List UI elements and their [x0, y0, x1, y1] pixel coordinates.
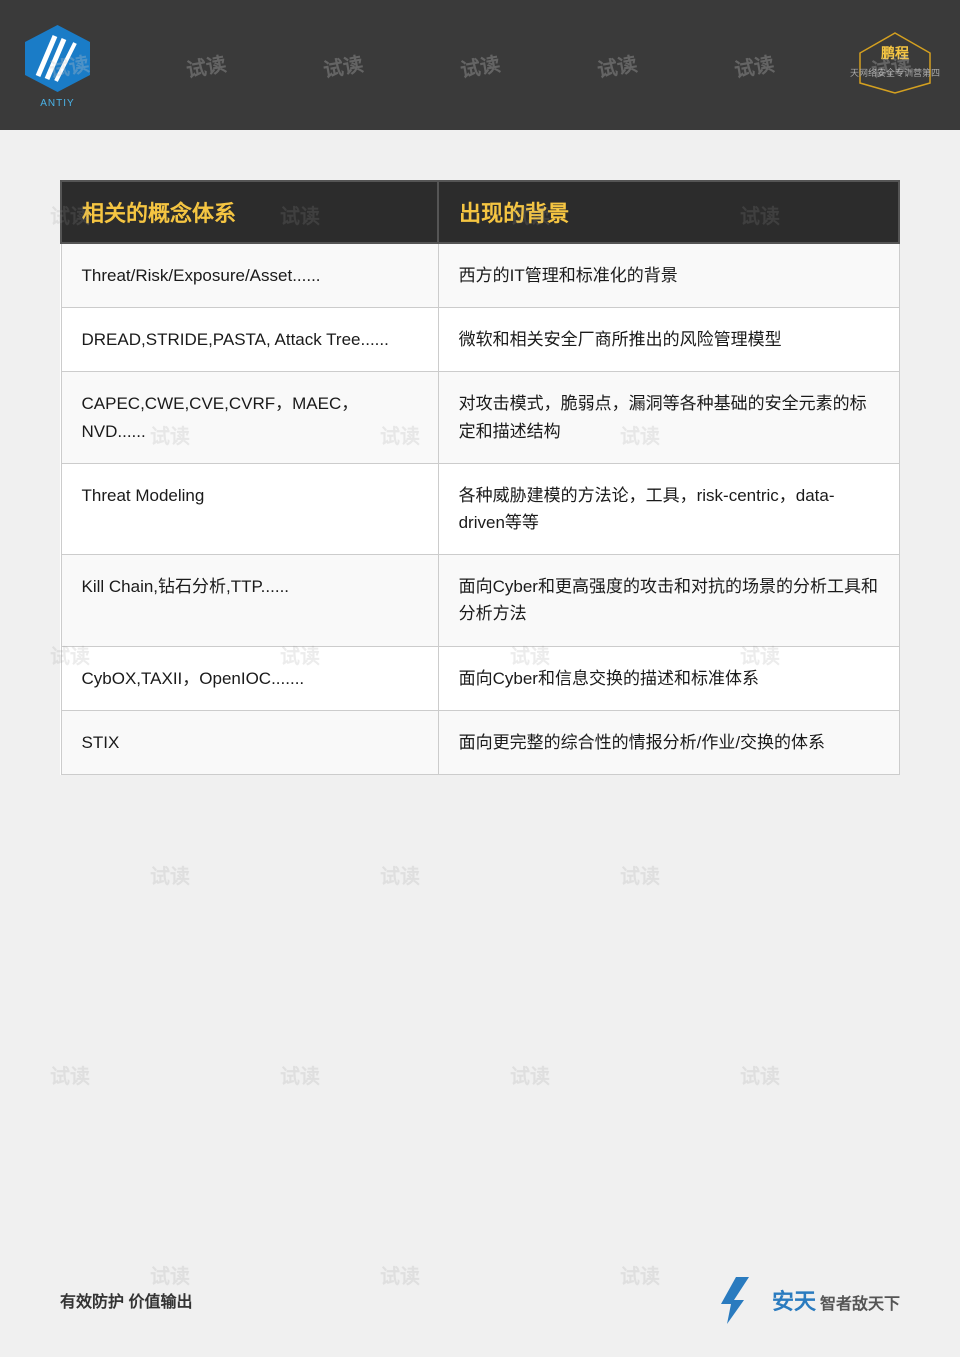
- table-cell-left: CAPEC,CWE,CVE,CVRF，MAEC，NVD......: [61, 372, 438, 463]
- watermark-12: 试读: [380, 860, 420, 889]
- header: ANTIY 试读 试读 试读 试读 试读 试读 试读 鹏程 安天网络安全专训营第…: [0, 0, 960, 130]
- header-wm-6: 试读: [732, 47, 776, 83]
- table-row: Kill Chain,钻石分析,TTP......面向Cyber和更高强度的攻击…: [61, 555, 899, 646]
- right-brand: 鹏程 安天网络安全专训营第四期: [850, 28, 940, 103]
- content-table: 相关的概念体系 出现的背景 Threat/Risk/Exposure/Asset…: [60, 180, 900, 775]
- footer-slogan: 有效防护 价值输出: [60, 1288, 192, 1312]
- footer-logo-subtext: 智者敌天下: [820, 1290, 900, 1314]
- watermark-14: 试读: [50, 1060, 90, 1089]
- main-content: 相关的概念体系 出现的背景 Threat/Risk/Exposure/Asset…: [0, 130, 960, 805]
- header-wm-2: 试读: [183, 47, 227, 83]
- table-row: Threat Modeling各种威胁建模的方法论，工具，risk-centri…: [61, 463, 899, 554]
- header-wm-5: 试读: [595, 47, 639, 83]
- table-cell-right: 面向Cyber和更高强度的攻击和对抗的场景的分析工具和分析方法: [438, 555, 899, 646]
- svg-text:鹏程: 鹏程: [881, 45, 909, 61]
- table-cell-right: 面向Cyber和信息交换的描述和标准体系: [438, 646, 899, 710]
- table-row: CAPEC,CWE,CVE,CVRF，MAEC，NVD......对攻击模式，脆…: [61, 372, 899, 463]
- table-row: STIX面向更完整的综合性的情报分析/作业/交换的体系: [61, 710, 899, 774]
- table-cell-right: 西方的IT管理和标准化的背景: [438, 243, 899, 308]
- table-header-row: 相关的概念体系 出现的背景: [61, 181, 899, 243]
- watermark-15: 试读: [280, 1060, 320, 1089]
- table-row: CybOX,TAXII，OpenIOC.......面向Cyber和信息交换的描…: [61, 646, 899, 710]
- footer-antiy-text: 安天: [772, 1284, 816, 1316]
- table-cell-right: 微软和相关安全厂商所推出的风险管理模型: [438, 308, 899, 372]
- table-cell-left: Threat Modeling: [61, 463, 438, 554]
- watermark-13: 试读: [620, 860, 660, 889]
- footer-logo-text-group: 安天 智者敌天下: [772, 1284, 900, 1316]
- table-cell-left: CybOX,TAXII，OpenIOC.......: [61, 646, 438, 710]
- table-cell-right: 对攻击模式，脆弱点，漏洞等各种基础的安全元素的标定和描述结构: [438, 372, 899, 463]
- svg-text:安天网络安全专训营第四期: 安天网络安全专训营第四期: [850, 67, 940, 78]
- table-cell-left: DREAD,STRIDE,PASTA, Attack Tree......: [61, 308, 438, 372]
- watermark-17: 试读: [740, 1060, 780, 1089]
- header-watermarks: 试读 试读 试读 试读 试读 试读 试读: [0, 0, 960, 130]
- table-cell-right: 各种威胁建模的方法论，工具，risk-centric，data-driven等等: [438, 463, 899, 554]
- table-cell-left: Threat/Risk/Exposure/Asset......: [61, 243, 438, 308]
- table-row: DREAD,STRIDE,PASTA, Attack Tree......微软和…: [61, 308, 899, 372]
- table-row: Threat/Risk/Exposure/Asset......西方的IT管理和…: [61, 243, 899, 308]
- footer-logo-icon: [709, 1272, 764, 1327]
- table-cell-left: STIX: [61, 710, 438, 774]
- table-cell-right: 面向更完整的综合性的情报分析/作业/交换的体系: [438, 710, 899, 774]
- footer-logo: 安天 智者敌天下: [709, 1272, 900, 1327]
- watermark-16: 试读: [510, 1060, 550, 1089]
- col2-header: 出现的背景: [438, 181, 899, 243]
- col1-header: 相关的概念体系: [61, 181, 438, 243]
- footer: 有效防护 价值输出 安天 智者敌天下: [0, 1272, 960, 1327]
- table-cell-left: Kill Chain,钻石分析,TTP......: [61, 555, 438, 646]
- header-wm-3: 试读: [321, 47, 365, 83]
- watermark-11: 试读: [150, 860, 190, 889]
- antiy-logo: ANTIY: [20, 21, 95, 109]
- antiy-label: ANTIY: [40, 98, 74, 109]
- header-wm-4: 试读: [458, 47, 502, 83]
